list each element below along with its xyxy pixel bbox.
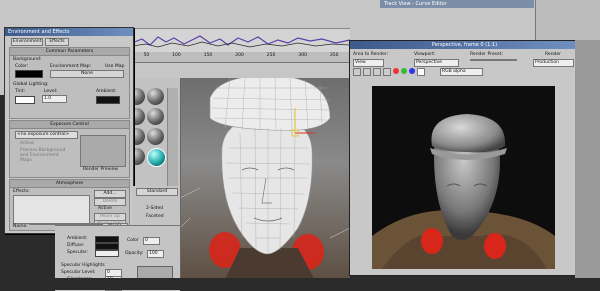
tab-environment[interactable]: Environment [11, 38, 43, 46]
background-color-swatch[interactable] [15, 70, 43, 78]
material-slot[interactable] [147, 88, 164, 105]
area-to-render-dropdown[interactable]: View [353, 59, 384, 67]
effects-list[interactable] [13, 195, 90, 224]
rendered-head [372, 114, 555, 269]
delete-effect-button[interactable]: Delete [94, 198, 126, 206]
alpha-channel-icon[interactable] [417, 68, 425, 76]
self-illum-input[interactable]: 0 [143, 237, 160, 245]
tick-label: 50 [143, 53, 150, 58]
color-label: Color: [15, 64, 29, 69]
perspective-viewport[interactable] [180, 78, 350, 290]
exposure-preview-area [80, 135, 126, 167]
process-background-checkbox-label[interactable]: Process Background and Environment Maps [20, 148, 70, 163]
clone-icon[interactable] [373, 68, 381, 76]
copy-icon[interactable] [363, 68, 371, 76]
rollout-header[interactable]: Common Parameters [10, 48, 129, 56]
track-view-title: Track View - Curve Editor [380, 0, 534, 8]
time-ruler-ticks: 50 100 150 200 250 300 350 [132, 53, 350, 62]
wireframe-head-model [180, 78, 350, 290]
ambient-color-swatch[interactable] [96, 96, 120, 104]
channel-toolbar [353, 68, 425, 76]
exposure-type-dropdown[interactable]: <no exposure control> [15, 131, 78, 139]
red-channel-icon[interactable] [393, 68, 399, 74]
diffuse-label: Diffuse: [67, 243, 85, 248]
tab-effects[interactable]: Effects [45, 38, 69, 46]
tick-label: 250 [266, 53, 276, 58]
area-to-render-label: Area to Render: [353, 52, 389, 57]
tick-label: 100 [172, 53, 181, 58]
render-preview-button[interactable]: Render Preview [83, 167, 118, 172]
display-channel-dropdown[interactable]: RGB alpha [440, 68, 483, 76]
tick-label: 200 [235, 53, 244, 58]
curve-editor-strip[interactable] [131, 28, 351, 54]
level-label: Level: [44, 89, 58, 94]
tick-label: 300 [298, 53, 307, 58]
tick-label: 150 [203, 53, 213, 58]
material-editor-side-toolbar[interactable] [167, 88, 178, 188]
specular-color-swatch[interactable] [95, 250, 119, 257]
opacity-label: Opacity: [125, 251, 144, 256]
background-label: Background: [13, 57, 42, 62]
shader-options: 2-Sided Faceted [132, 204, 180, 226]
two-sided-checkbox[interactable]: 2-Sided [146, 206, 163, 211]
render-label: Render [545, 52, 562, 57]
level-input[interactable]: 1.0 [42, 95, 67, 103]
rendered-image [372, 86, 555, 269]
standard-material-button[interactable]: Standard [136, 188, 178, 196]
global-lighting-label: Global Lighting: [13, 82, 49, 87]
tint-label: Tint: [15, 89, 25, 94]
render-preset-dropdown[interactable] [470, 59, 517, 61]
print-icon[interactable] [383, 68, 391, 76]
ambient-label: Ambient: [67, 236, 88, 241]
render-window-title[interactable]: Perspective, frame 0 (1:1) [350, 41, 576, 49]
material-slot[interactable] [147, 128, 164, 145]
production-dropdown[interactable]: Production [533, 59, 574, 67]
use-map-label[interactable]: Use Map [105, 64, 124, 69]
viewport-dropdown[interactable]: Perspective [414, 59, 459, 67]
ambient-label: Ambient: [96, 89, 117, 94]
timeline-bar[interactable] [0, 278, 600, 290]
self-illum-color-label: Color [127, 238, 139, 243]
ambient-color-swatch[interactable] [95, 236, 119, 243]
active-checkbox-label[interactable]: Active [98, 206, 112, 211]
specular-level-label: Specular Level: [61, 270, 96, 275]
add-effect-button[interactable]: Add... [94, 190, 126, 198]
specular-label: Specular: [67, 250, 89, 255]
render-preset-label: Render Preset: [470, 52, 503, 57]
tick-label: 350 [329, 53, 339, 58]
effects-label: Effects: [13, 189, 30, 194]
exposure-control-rollout: Exposure Control <no exposure control> A… [9, 120, 130, 178]
material-slot-selected[interactable] [147, 148, 166, 167]
rollout-header[interactable]: Exposure Control [10, 121, 129, 129]
name-label: Name: [13, 224, 28, 229]
active-checkbox-label[interactable]: Active [20, 141, 34, 146]
green-channel-icon[interactable] [401, 68, 407, 74]
diffuse-color-swatch[interactable] [95, 243, 119, 250]
faceted-checkbox[interactable]: Faceted [146, 214, 164, 219]
right-command-panel [575, 40, 600, 290]
opacity-input[interactable]: 100 [147, 250, 164, 258]
animation-curves [131, 35, 351, 48]
save-icon[interactable] [353, 68, 361, 76]
tint-color-swatch[interactable] [15, 96, 35, 104]
environment-effects-dialog: Environment and Effects Environment Effe… [4, 27, 134, 234]
specular-highlights-header: Specular Highlights [61, 263, 105, 268]
blue-channel-icon[interactable] [409, 68, 415, 74]
dialog-title[interactable]: Environment and Effects [5, 28, 133, 36]
dialog-tabs: Environment Effects [11, 38, 69, 46]
viewport-label: Viewport: [414, 52, 436, 57]
material-slot[interactable] [147, 108, 164, 125]
rollout-header[interactable]: Atmosphere [10, 180, 129, 188]
common-parameters-rollout: Common Parameters Background: Color: Env… [9, 47, 130, 119]
env-map-label: Environment Map: [50, 64, 92, 69]
environment-map-button[interactable]: None [50, 70, 124, 78]
